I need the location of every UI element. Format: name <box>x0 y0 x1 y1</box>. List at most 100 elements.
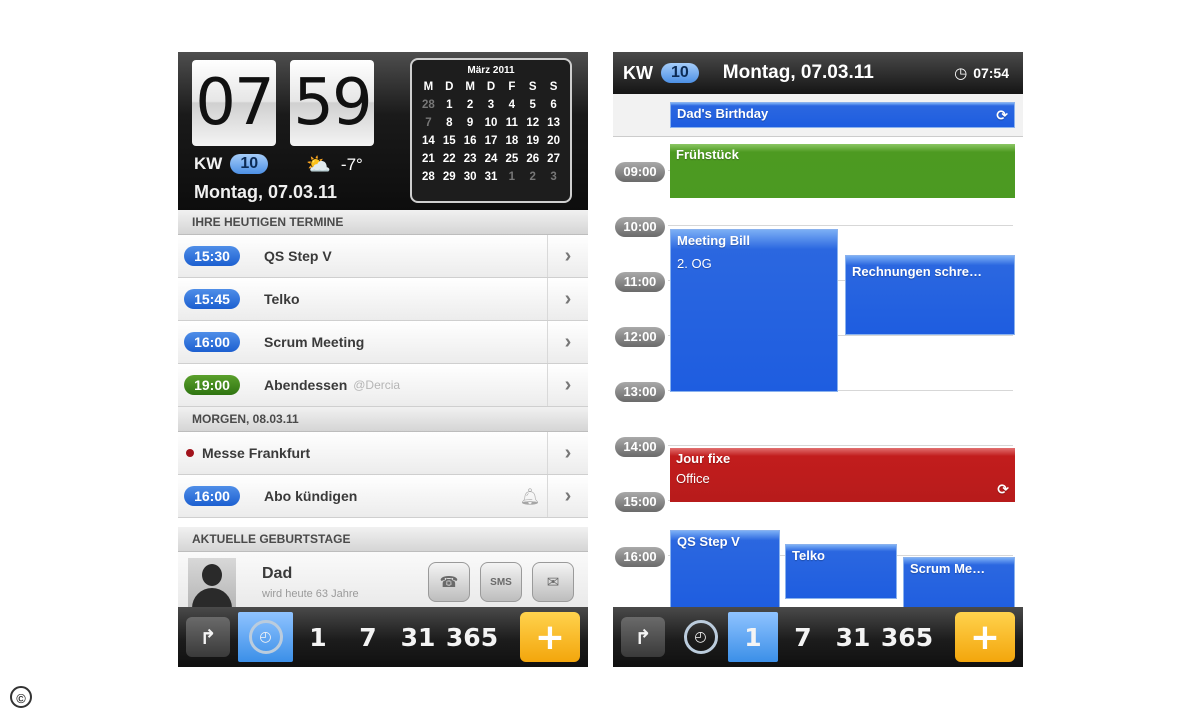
chevron-right-icon[interactable]: › <box>547 235 588 277</box>
weekday-header: F <box>508 81 516 93</box>
calendar-day[interactable]: 1 <box>439 97 460 113</box>
calendar-day[interactable]: 25 <box>501 151 522 167</box>
calendar-day[interactable]: 31 <box>481 169 502 185</box>
event-row[interactable]: 16:00 Scrum Meeting › <box>178 321 588 364</box>
section-tomorrow: MORGEN, 08.03.11 <box>178 407 588 432</box>
calendar-event[interactable]: Meeting Bill 2. OG <box>670 229 838 392</box>
event-title: Telko <box>792 548 825 563</box>
calendar-event[interactable]: Frühstück <box>670 144 1015 198</box>
calendar-day[interactable]: 2 <box>460 97 481 113</box>
kw-number: 10 <box>661 63 699 83</box>
event-row[interactable]: 19:00 Abendessen @Dercia › <box>178 364 588 407</box>
chevron-right-icon[interactable]: › <box>547 278 588 320</box>
overview-view-button[interactable]: ◴ <box>238 612 293 662</box>
calendar-grid: M D M D F S S 28 1 2 3 4 5 6 7 8 9 10 11 12 13 14 15 16 17 18 19 20… <box>418 79 564 185</box>
event-time: 15:45 <box>184 289 240 309</box>
mail-icon[interactable]: ✉ <box>532 562 574 602</box>
calendar-day[interactable]: 13 <box>543 115 564 131</box>
kw-number: 10 <box>230 154 269 174</box>
calendar-day[interactable]: 17 <box>481 133 502 149</box>
calendar-day[interactable]: 21 <box>418 151 439 167</box>
event-row[interactable]: 15:30 QS Step V › <box>178 235 588 278</box>
weekday-header: D <box>445 81 454 93</box>
event-row[interactable]: 16:00 Abo kündigen 🔔︎ › <box>178 475 588 518</box>
calendar-day[interactable]: 29 <box>439 169 460 185</box>
year-view-button[interactable]: 365 <box>443 612 501 662</box>
event-title: Dad's Birthday <box>677 106 769 121</box>
kw-label: KW <box>623 62 653 83</box>
overview-view-button[interactable]: ◴ <box>673 612 728 662</box>
calendar-event[interactable]: QS Step V <box>670 530 780 610</box>
calendar-day[interactable]: 9 <box>460 115 481 131</box>
allday-event[interactable]: Dad's Birthday ⟳ <box>670 102 1015 128</box>
share-button[interactable]: ↱ <box>178 612 238 662</box>
phone-icon[interactable]: ☎ <box>428 562 470 602</box>
calendar-day[interactable]: 10 <box>481 115 502 131</box>
calendar-day[interactable]: 4 <box>501 97 522 113</box>
add-event-button[interactable]: + <box>520 612 580 662</box>
week-view-button[interactable]: 7 <box>343 612 393 662</box>
calendar-day[interactable]: 30 <box>460 169 481 185</box>
chevron-right-icon[interactable]: › <box>547 432 588 474</box>
birthday-name: Dad <box>262 565 293 582</box>
calendar-day[interactable]: 24 <box>481 151 502 167</box>
weekday-header: D <box>486 81 496 93</box>
birthday-row[interactable]: Dad wird heute 63 Jahre ☎ SMS ✉ <box>178 552 588 612</box>
calendar-day[interactable]: 11 <box>501 115 522 131</box>
day-header: KW 10 Montag, 07.03.11 ◷ 07:54 <box>613 52 1023 94</box>
add-event-button[interactable]: + <box>955 612 1015 662</box>
year-view-button[interactable]: 365 <box>878 612 936 662</box>
weekday-header: M <box>423 81 434 93</box>
hour-label: 15:00 <box>615 492 665 512</box>
repeat-icon: ⟳ <box>997 481 1009 497</box>
month-view-button[interactable]: 31 <box>393 612 443 662</box>
calendar-day[interactable]: 8 <box>439 115 460 131</box>
calendar-day[interactable]: 28 <box>418 169 439 185</box>
calendar-day[interactable]: 12 <box>522 115 543 131</box>
calendar-event[interactable]: Rechnungen schre… <box>845 255 1015 335</box>
calendar-day[interactable]: 1 <box>501 169 522 185</box>
calendar-day[interactable]: 3 <box>543 169 564 185</box>
calendar-day[interactable]: 6 <box>543 97 564 113</box>
sms-button[interactable]: SMS <box>480 562 522 602</box>
event-row[interactable]: 15:45 Telko › <box>178 278 588 321</box>
event-title: Abendessen <box>264 377 348 393</box>
calendar-day[interactable]: 28 <box>418 97 439 113</box>
day-view-screen: KW 10 Montag, 07.03.11 ◷ 07:54 Dad's Bir… <box>613 52 1023 667</box>
event-row[interactable]: Messe Frankfurt › <box>178 432 588 475</box>
calendar-day[interactable]: 23 <box>460 151 481 167</box>
share-button[interactable]: ↱ <box>613 612 673 662</box>
calendar-day[interactable]: 7 <box>418 115 439 131</box>
weekday-header: S <box>549 81 558 93</box>
calendar-day[interactable]: 15 <box>439 133 460 149</box>
week-view-button[interactable]: 7 <box>778 612 828 662</box>
day-view-button[interactable]: 1 <box>293 612 343 662</box>
chevron-right-icon[interactable]: › <box>547 321 588 363</box>
calendar-event[interactable]: Jour fixe Office ⟳ <box>670 448 1015 502</box>
hour-label: 16:00 <box>615 547 665 567</box>
calendar-day[interactable]: 22 <box>439 151 460 167</box>
event-title: Rechnungen schre… <box>852 264 983 279</box>
calendar-day[interactable]: 20 <box>543 133 564 149</box>
calendar-event[interactable]: Telko <box>785 544 897 599</box>
calendar-day[interactable]: 3 <box>481 97 502 113</box>
calendar-day[interactable]: 5 <box>522 97 543 113</box>
copyright-icon: © <box>10 686 32 708</box>
calendar-day[interactable]: 2 <box>522 169 543 185</box>
chevron-right-icon[interactable]: › <box>547 364 588 406</box>
event-time: 16:00 <box>184 486 240 506</box>
event-time: 16:00 <box>184 332 240 352</box>
calendar-day[interactable]: 26 <box>522 151 543 167</box>
calendar-day[interactable]: 14 <box>418 133 439 149</box>
calendar-day[interactable]: 18 <box>501 133 522 149</box>
event-title: Meeting Bill <box>677 233 750 248</box>
calendar-day[interactable]: 19 <box>522 133 543 149</box>
month-view-button[interactable]: 31 <box>828 612 878 662</box>
mini-calendar[interactable]: März 2011 M D M D F S S 28 1 2 3 4 5 6 7 8 9 10 11 12 13 14 15… <box>410 58 572 203</box>
calendar-day[interactable]: 27 <box>543 151 564 167</box>
day-view-button[interactable]: 1 <box>728 612 778 662</box>
chevron-right-icon[interactable]: › <box>547 475 588 517</box>
calendar-day[interactable]: 16 <box>460 133 481 149</box>
hour-label: 11:00 <box>615 272 665 292</box>
event-location: Office <box>676 471 710 486</box>
